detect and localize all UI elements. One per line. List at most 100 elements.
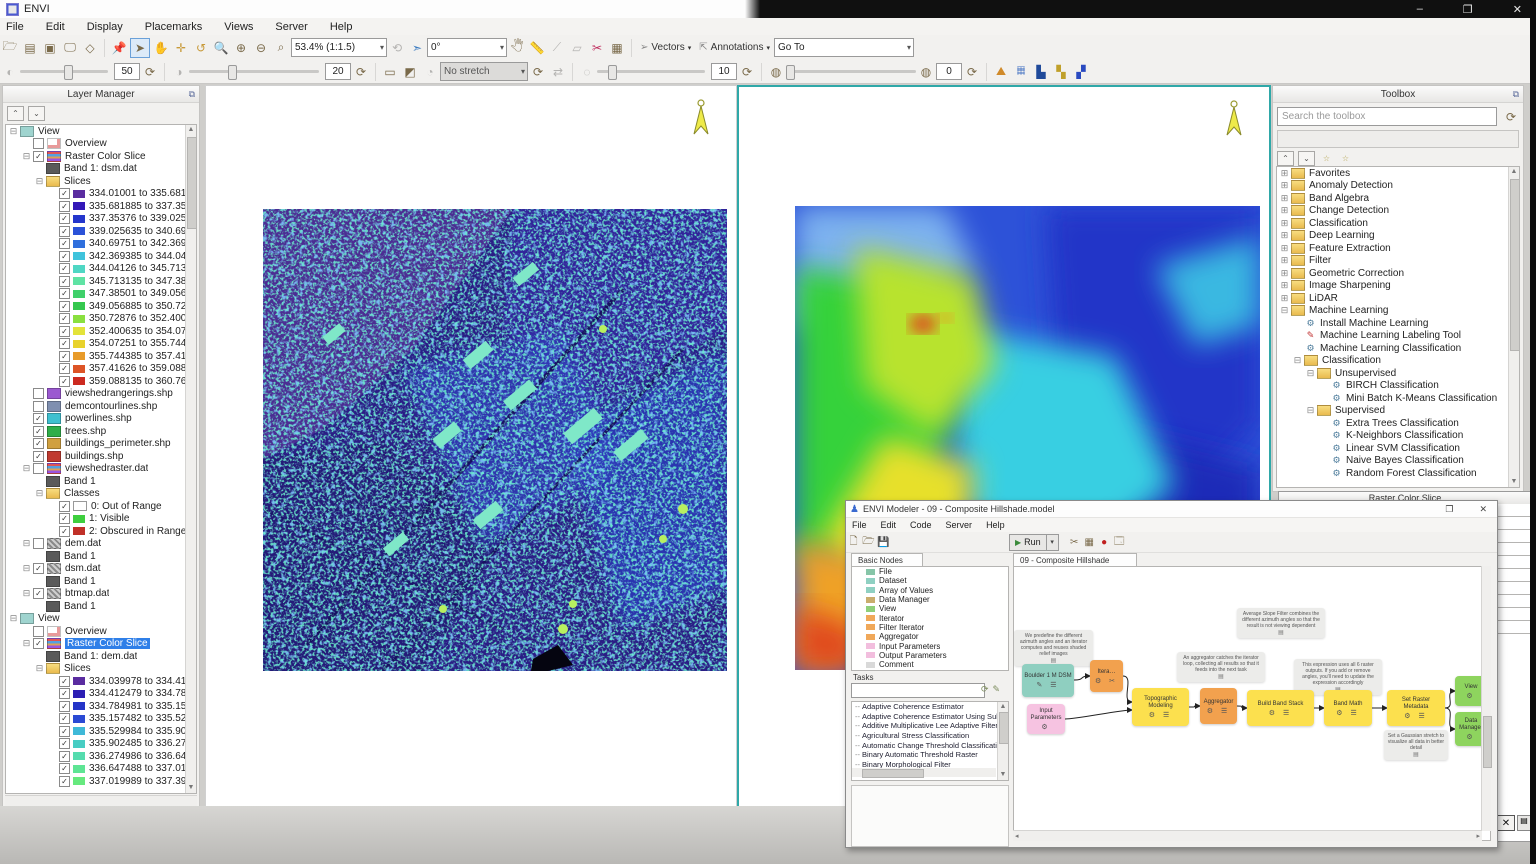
expander-icon[interactable]: ⊟	[35, 489, 44, 498]
visibility-checkbox[interactable]: ✓	[59, 701, 70, 712]
toolbox-row[interactable]: ⊞Change Detection	[1277, 205, 1519, 218]
basic-node-row[interactable]: Dataset	[852, 576, 1008, 585]
task-row[interactable]: --Additive Multiplicative Lee Adaptive F…	[852, 721, 1008, 731]
layer-row[interactable]: ✓350.72876 to 352.4006	[6, 313, 196, 326]
modeler-close-button[interactable]: ✕	[1479, 504, 1487, 515]
toolbox-row[interactable]: ⊞Classification	[1277, 217, 1519, 230]
stretch-combobox[interactable]: No stretch▾	[440, 62, 528, 81]
layer-row[interactable]: ✓trees.shp	[6, 425, 196, 438]
comment-node[interactable]: We predefine the different azimuth angle…	[1014, 630, 1093, 666]
sharpen-reset-icon[interactable]: ⟳	[738, 63, 756, 81]
expand-all-button[interactable]: ⌄	[1298, 151, 1315, 166]
expander-icon[interactable]: ⊟	[1306, 406, 1315, 415]
animation-icon[interactable]: ▚	[1052, 63, 1070, 81]
layer-row[interactable]: viewshedrangerings.shp	[6, 388, 196, 401]
record-icon[interactable]: ●	[1097, 537, 1112, 548]
tasks-search-input[interactable]	[851, 683, 985, 698]
model-node-inp[interactable]: Input Parameters⚙	[1027, 704, 1065, 734]
expander-icon[interactable]: ⊞	[1280, 194, 1289, 203]
visibility-checkbox[interactable]: ✓	[59, 751, 70, 762]
expander-icon[interactable]: ⊞	[1280, 294, 1289, 303]
layer-row[interactable]: ⊟Classes	[6, 488, 196, 501]
layer-row[interactable]: ✓344.04126 to 345.7131	[6, 263, 196, 276]
toolbox-row[interactable]: ⊟Supervised	[1277, 405, 1519, 418]
favorite-remove-icon[interactable]: ☆	[1338, 152, 1353, 165]
transparency-slider[interactable]	[786, 70, 916, 73]
layer-row[interactable]: Band 1	[6, 575, 196, 588]
basic-node-row[interactable]: Output Parameters	[852, 651, 1008, 660]
comment-node[interactable]: An aggregator catches the iterator loop,…	[1177, 652, 1265, 682]
toolbox-row[interactable]: ⚙Naive Bayes Classification	[1277, 455, 1519, 468]
visibility-checkbox[interactable]	[33, 538, 44, 549]
stretch-apply-icon[interactable]: ◩	[401, 63, 419, 81]
collapse-all-button[interactable]: ⌃	[1277, 151, 1294, 166]
visibility-checkbox[interactable]: ✓	[59, 688, 70, 699]
layer-row[interactable]: ✓339.025635 to 340.697	[6, 225, 196, 238]
expander-icon[interactable]: ⊟	[1280, 306, 1289, 315]
layer-row[interactable]: ✓buildings.shp	[6, 450, 196, 463]
layer-row[interactable]: ✓337.35376 to 339.0256	[6, 213, 196, 226]
toolbox-row[interactable]: ⚙Install Machine Learning	[1277, 317, 1519, 330]
rotate-north-icon[interactable]: ➣	[408, 39, 426, 57]
visibility-checkbox[interactable]: ✓	[59, 263, 70, 274]
vectors-dropdown[interactable]: ➢Vectors▾	[640, 42, 691, 53]
expander-icon[interactable]: ⊟	[22, 639, 31, 648]
model-node-srm[interactable]: Set Raster Metadata⚙ ☰	[1387, 690, 1445, 726]
arrange-icon[interactable]: ✂	[1067, 537, 1082, 548]
tasks-refresh-icon[interactable]: ⟳	[981, 684, 989, 695]
save-model-icon[interactable]: 💾	[876, 537, 891, 548]
layer-row[interactable]: ⊟✓Raster Color Slice	[6, 150, 196, 163]
toolbox-row[interactable]: ⚙K-Neighbors Classification	[1277, 430, 1519, 443]
layer-row[interactable]: ✓1: Visible	[6, 513, 196, 526]
dsm-color-slice-raster[interactable]	[263, 209, 727, 671]
model-node-file[interactable]: Boulder 1 M DSM✎ ☰	[1022, 664, 1074, 697]
menu-server[interactable]: Server	[946, 520, 973, 530]
layer-row[interactable]: ✓334.039978 to 334.412	[6, 675, 196, 688]
series-icon[interactable]: ▙	[1032, 63, 1050, 81]
grid-layout-icon[interactable]: ▦	[1082, 537, 1097, 548]
menu-display[interactable]: Display	[87, 21, 123, 33]
basic-node-row[interactable]: Input Parameters	[852, 641, 1008, 650]
model-node-bm[interactable]: Band Math⚙ ☰	[1324, 690, 1372, 726]
visibility-checkbox[interactable]: ✓	[59, 201, 70, 212]
toolbox-header[interactable]: Toolbox ⧉	[1273, 86, 1523, 103]
brightness-value[interactable]: 50	[114, 63, 140, 80]
layer-row[interactable]: ✓352.400635 to 354.072	[6, 325, 196, 338]
toolbox-row[interactable]: ⊟Unsupervised	[1277, 367, 1519, 380]
visibility-checkbox[interactable]: ✓	[59, 276, 70, 287]
menu-help[interactable]: Help	[986, 520, 1005, 530]
toolbox-row[interactable]: ⚙Linear SVM Classification	[1277, 442, 1519, 455]
minimize-button[interactable]: –	[1417, 3, 1423, 15]
toolbox-row[interactable]: ⚙BIRCH Classification	[1277, 380, 1519, 393]
identify-icon[interactable]: 🖑	[508, 39, 526, 57]
diagram-hscrollbar[interactable]: ◂▸	[1013, 830, 1482, 841]
toolbox-row[interactable]: ⊞LiDAR	[1277, 292, 1519, 305]
layer-row[interactable]: Band 1: dsm.dat	[6, 163, 196, 176]
layer-row[interactable]: ✓334.412479 to 334.784	[6, 688, 196, 701]
stretch-box-icon[interactable]: ▭	[381, 63, 399, 81]
visibility-checkbox[interactable]: ✓	[59, 238, 70, 249]
stretch-reset-icon[interactable]: ⟳	[529, 63, 547, 81]
layer-row[interactable]: ✓335.157482 to 335.529	[6, 713, 196, 726]
zoom-out-icon[interactable]: ⊖	[252, 39, 270, 57]
layer-row[interactable]: ⊟✓btmap.dat	[6, 588, 196, 601]
expander-icon[interactable]: ⊟	[22, 152, 31, 161]
toolbox-row[interactable]: ⊞Favorites	[1277, 167, 1519, 180]
layer-row[interactable]: ✓335.902485 to 336.274	[6, 738, 196, 751]
expander-icon[interactable]: ⊞	[1280, 219, 1289, 228]
modeler-maximize-button[interactable]: ❐	[1445, 504, 1453, 515]
tasks-vscrollbar[interactable]: ▲▼	[997, 702, 1008, 780]
layer-row[interactable]: ✓powerlines.shp	[6, 413, 196, 426]
diagram-vscrollbar[interactable]	[1481, 566, 1491, 831]
layer-row[interactable]: ✓2: Obscured in Range	[6, 525, 196, 538]
data-manager-icon[interactable]: ▤	[21, 39, 39, 57]
goto-combobox[interactable]: Go To▾	[774, 38, 914, 57]
task-row[interactable]: --Adaptive Coherence Estimator	[852, 702, 1008, 712]
layer-row[interactable]: ✓357.41626 to 359.0881	[6, 363, 196, 376]
expander-icon[interactable]: ⊟	[35, 664, 44, 673]
measure-icon[interactable]: 📏	[528, 39, 546, 57]
menu-placemarks[interactable]: Placemarks	[145, 21, 202, 33]
sharpen-value[interactable]: 10	[711, 63, 737, 80]
expander-icon[interactable]: ⊟	[22, 564, 31, 573]
toolbox-refresh-icon[interactable]: ⟳	[1502, 108, 1520, 126]
